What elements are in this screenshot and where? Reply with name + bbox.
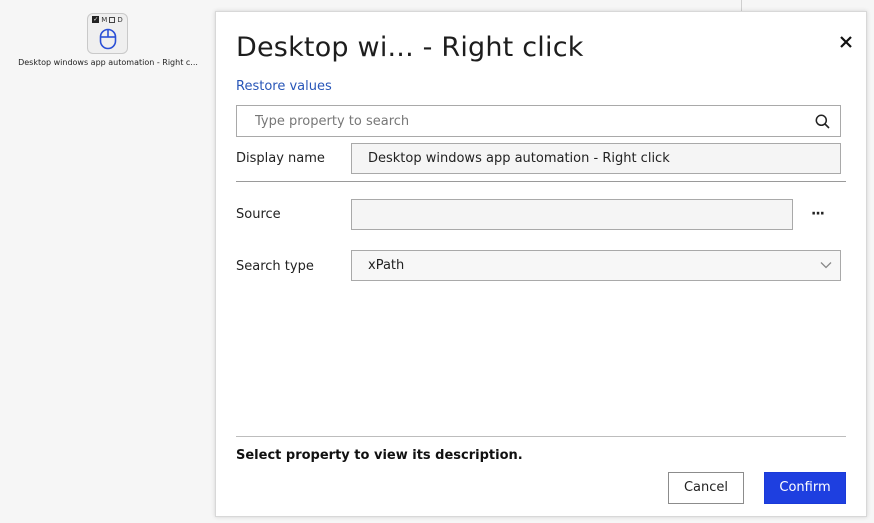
badge-d: D bbox=[117, 16, 123, 24]
close-icon[interactable] bbox=[838, 34, 854, 50]
display-name-field[interactable]: Desktop windows app automation - Right c… bbox=[351, 143, 841, 174]
dialog-title: Desktop wi... - Right click bbox=[236, 32, 584, 63]
source-label: Source bbox=[236, 207, 281, 222]
confirm-button[interactable]: Confirm bbox=[764, 472, 846, 504]
restore-values-link[interactable]: Restore values bbox=[236, 79, 332, 94]
cancel-button[interactable]: Cancel bbox=[668, 472, 744, 504]
node-label: Desktop windows app automation - Right c… bbox=[18, 58, 198, 67]
search-type-select[interactable]: xPath bbox=[351, 250, 841, 281]
mouse-icon bbox=[99, 28, 117, 50]
section-divider bbox=[236, 181, 846, 182]
description-divider bbox=[236, 436, 846, 437]
search-type-value: xPath bbox=[368, 258, 405, 273]
automation-node[interactable]: ✓ M D bbox=[87, 13, 128, 54]
display-name-label: Display name bbox=[236, 151, 325, 166]
checkbox-checked-icon[interactable]: ✓ bbox=[92, 16, 100, 23]
source-browse-button[interactable]: ··· bbox=[811, 206, 825, 222]
search-icon[interactable] bbox=[815, 114, 830, 129]
source-field[interactable] bbox=[351, 199, 793, 230]
search-type-label: Search type bbox=[236, 259, 314, 274]
node-badges: ✓ M D bbox=[88, 16, 127, 24]
search-input[interactable] bbox=[253, 113, 797, 130]
display-name-value: Desktop windows app automation - Right c… bbox=[368, 151, 670, 166]
properties-dialog: Desktop wi... - Right click Restore valu… bbox=[215, 11, 867, 517]
property-search bbox=[236, 105, 841, 137]
property-description: Select property to view its description. bbox=[236, 448, 523, 463]
chevron-down-icon bbox=[820, 262, 832, 269]
checkbox-empty-icon[interactable] bbox=[109, 17, 116, 23]
badge-m: M bbox=[101, 16, 108, 24]
